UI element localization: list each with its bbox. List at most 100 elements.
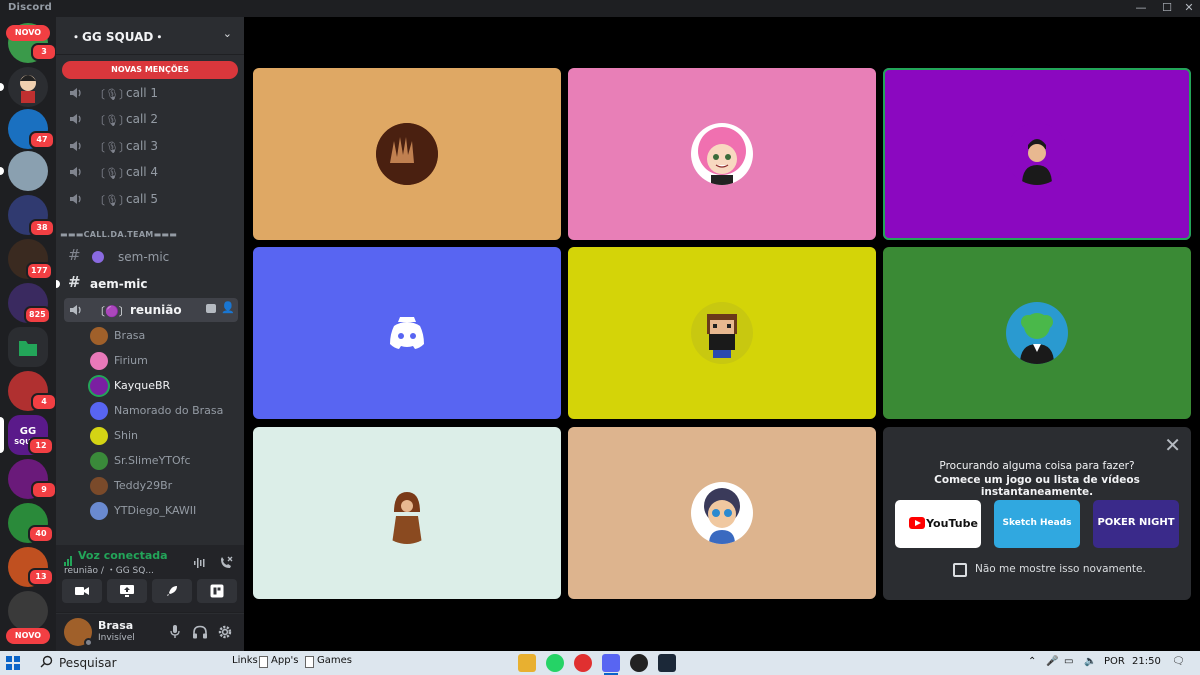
steam-icon[interactable] [658, 654, 676, 672]
links-toolbar[interactable]: Links [232, 655, 258, 666]
apps-toolbar[interactable]: App's [271, 655, 299, 666]
folder-icon[interactable] [8, 327, 48, 367]
participant-tile[interactable] [568, 247, 876, 419]
voice-member[interactable]: Namorado do Brasa [90, 400, 238, 422]
screen-share-button[interactable] [107, 579, 147, 603]
windows-start-icon[interactable] [6, 656, 20, 670]
participant-tile[interactable] [883, 247, 1191, 419]
voice-channel-call-4[interactable]: 〔🎙〕 call 4 [64, 160, 238, 184]
voice-member[interactable]: YTDiego_KAWII [90, 500, 238, 522]
participant-tile-speaking[interactable] [883, 68, 1191, 240]
voice-member[interactable]: Firium [90, 350, 238, 372]
chat-icon[interactable] [206, 304, 216, 313]
tray-volume-icon[interactable]: 🔈 [1084, 656, 1096, 667]
participant-tile[interactable] [253, 427, 561, 599]
camera-button[interactable] [62, 579, 102, 603]
tray-network-icon[interactable]: ▭ [1064, 656, 1073, 667]
voice-channel-call-2[interactable]: 〔🎙〕 call 2 [64, 107, 238, 131]
dont-show-again-checkbox[interactable] [953, 563, 967, 577]
channel-label: aem-mic [90, 277, 148, 291]
text-channel-aem-mic[interactable]: # aem-mic [64, 272, 238, 296]
participant-tile[interactable] [253, 247, 561, 419]
chevron-down-icon[interactable]: ⌄ [223, 27, 232, 40]
games-toolbar[interactable]: Games [317, 655, 352, 666]
username[interactable]: Brasa [98, 619, 133, 632]
novo-badge-top[interactable]: NOVO [6, 25, 50, 41]
channel-sidebar: ・GG SQUAD・ ⌄ NOVAS MENÇÕES 〔🎙〕 call 1 〔🎙… [56, 17, 244, 651]
mention-badge: 4 [31, 393, 56, 411]
voice-member[interactable]: Brasa [90, 325, 238, 347]
mention-badge: 38 [29, 219, 55, 237]
mention-badge: 3 [31, 43, 56, 61]
disconnect-icon[interactable] [214, 551, 238, 575]
avatar [90, 452, 108, 470]
close-icon[interactable]: ✕ [1164, 433, 1181, 457]
notification-icon[interactable]: 🗨 [1172, 656, 1185, 667]
speaker-icon [70, 305, 81, 315]
voice-connection-panel: Voz conectada reunião / ・GG SQ... [56, 545, 244, 613]
activity-rocket-button[interactable] [152, 579, 192, 603]
participant-tile[interactable] [253, 68, 561, 240]
minimize-icon[interactable]: — [1128, 0, 1154, 17]
voice-member[interactable]: Teddy29Br [90, 475, 238, 497]
participant-tile[interactable] [568, 68, 876, 240]
discord-taskbar-icon[interactable] [602, 654, 620, 672]
mention-badge: 12 [28, 437, 54, 455]
mention-badge: 47 [29, 131, 55, 149]
language-indicator[interactable]: POR [1104, 656, 1125, 667]
speaker-icon [70, 141, 81, 151]
whatsapp-icon[interactable] [546, 654, 564, 672]
tray-chevron-up-icon[interactable]: ⌃ [1028, 656, 1036, 667]
server-icon[interactable] [8, 151, 48, 191]
participant-tile[interactable] [568, 427, 876, 599]
voice-channel-call-5[interactable]: 〔🎙〕 call 5 [64, 187, 238, 211]
opera-icon[interactable] [574, 654, 592, 672]
server-header[interactable]: ・GG SQUAD・ ⌄ [56, 17, 244, 55]
sketch-heads-activity-card[interactable]: Sketch Heads [994, 500, 1080, 548]
dont-show-again-label[interactable]: Não me mostre isso novamente. [975, 563, 1146, 575]
tray-mic-icon[interactable]: 🎤 [1046, 656, 1058, 667]
clock[interactable]: 21:50 [1132, 656, 1161, 667]
avatar [1006, 302, 1068, 364]
speaker-icon [70, 167, 81, 177]
mention-badge: 825 [24, 306, 51, 324]
voice-channel-call-1[interactable]: 〔🎙〕 call 1 [64, 81, 238, 105]
new-mentions-banner[interactable]: NOVAS MENÇÕES [62, 61, 238, 79]
add-user-icon[interactable]: 👤 [221, 301, 235, 314]
avatar [376, 123, 438, 185]
speaker-icon [70, 88, 81, 98]
server-name: ・GG SQUAD・ [70, 30, 166, 44]
mention-badge: 13 [28, 568, 54, 586]
activity-label: Sketch Heads [1002, 518, 1072, 528]
settings-gear-icon[interactable] [214, 621, 236, 643]
microphone-icon[interactable] [164, 621, 186, 643]
windows-taskbar: Pesquisar Links App's Games ⌃ 🎤 ▭ 🔈 POR … [0, 651, 1200, 675]
obs-icon[interactable] [630, 654, 648, 672]
novo-badge-bottom[interactable]: NOVO [6, 628, 50, 644]
avatar [90, 502, 108, 520]
voice-channel-reuniao[interactable]: 〔🟣〕 reunião 👤 [64, 298, 238, 322]
file-explorer-icon[interactable] [518, 654, 536, 672]
voice-member[interactable]: Shin [90, 425, 238, 447]
headphones-icon[interactable] [189, 621, 211, 643]
text-channel-sem-mic[interactable]: # sem-mic [64, 245, 238, 269]
activity-subtitle: Comece um jogo ou lista de vídeos instan… [934, 474, 1140, 498]
server-icon[interactable] [8, 591, 48, 631]
close-window-icon[interactable]: ✕ [1176, 0, 1200, 17]
voice-channel-call-3[interactable]: 〔🎙〕 call 3 [64, 134, 238, 158]
category-header[interactable]: ▬▬▬CALL.DA.TEAM▬▬▬ [60, 230, 177, 239]
voice-member[interactable]: Sr.SlimeYTOfc [90, 450, 238, 472]
purple-dot-icon [92, 251, 104, 263]
voice-member-speaking[interactable]: KayqueBR [90, 375, 238, 397]
soundboard-button[interactable] [197, 579, 237, 603]
server-icon[interactable] [8, 67, 48, 107]
voice-status[interactable]: Voz conectada [78, 549, 168, 562]
noise-suppression-icon[interactable] [188, 551, 212, 575]
avatar [691, 302, 753, 364]
poker-night-activity-card[interactable]: POKER NIGHT [1093, 500, 1179, 548]
channel-label: reunião [130, 303, 182, 317]
activity-label: POKER NIGHT [1097, 517, 1175, 528]
voice-location[interactable]: reunião / ・GG SQ... [64, 563, 154, 576]
youtube-activity-card[interactable]: YouTube [895, 500, 981, 548]
taskbar-search[interactable]: Pesquisar [30, 651, 226, 675]
